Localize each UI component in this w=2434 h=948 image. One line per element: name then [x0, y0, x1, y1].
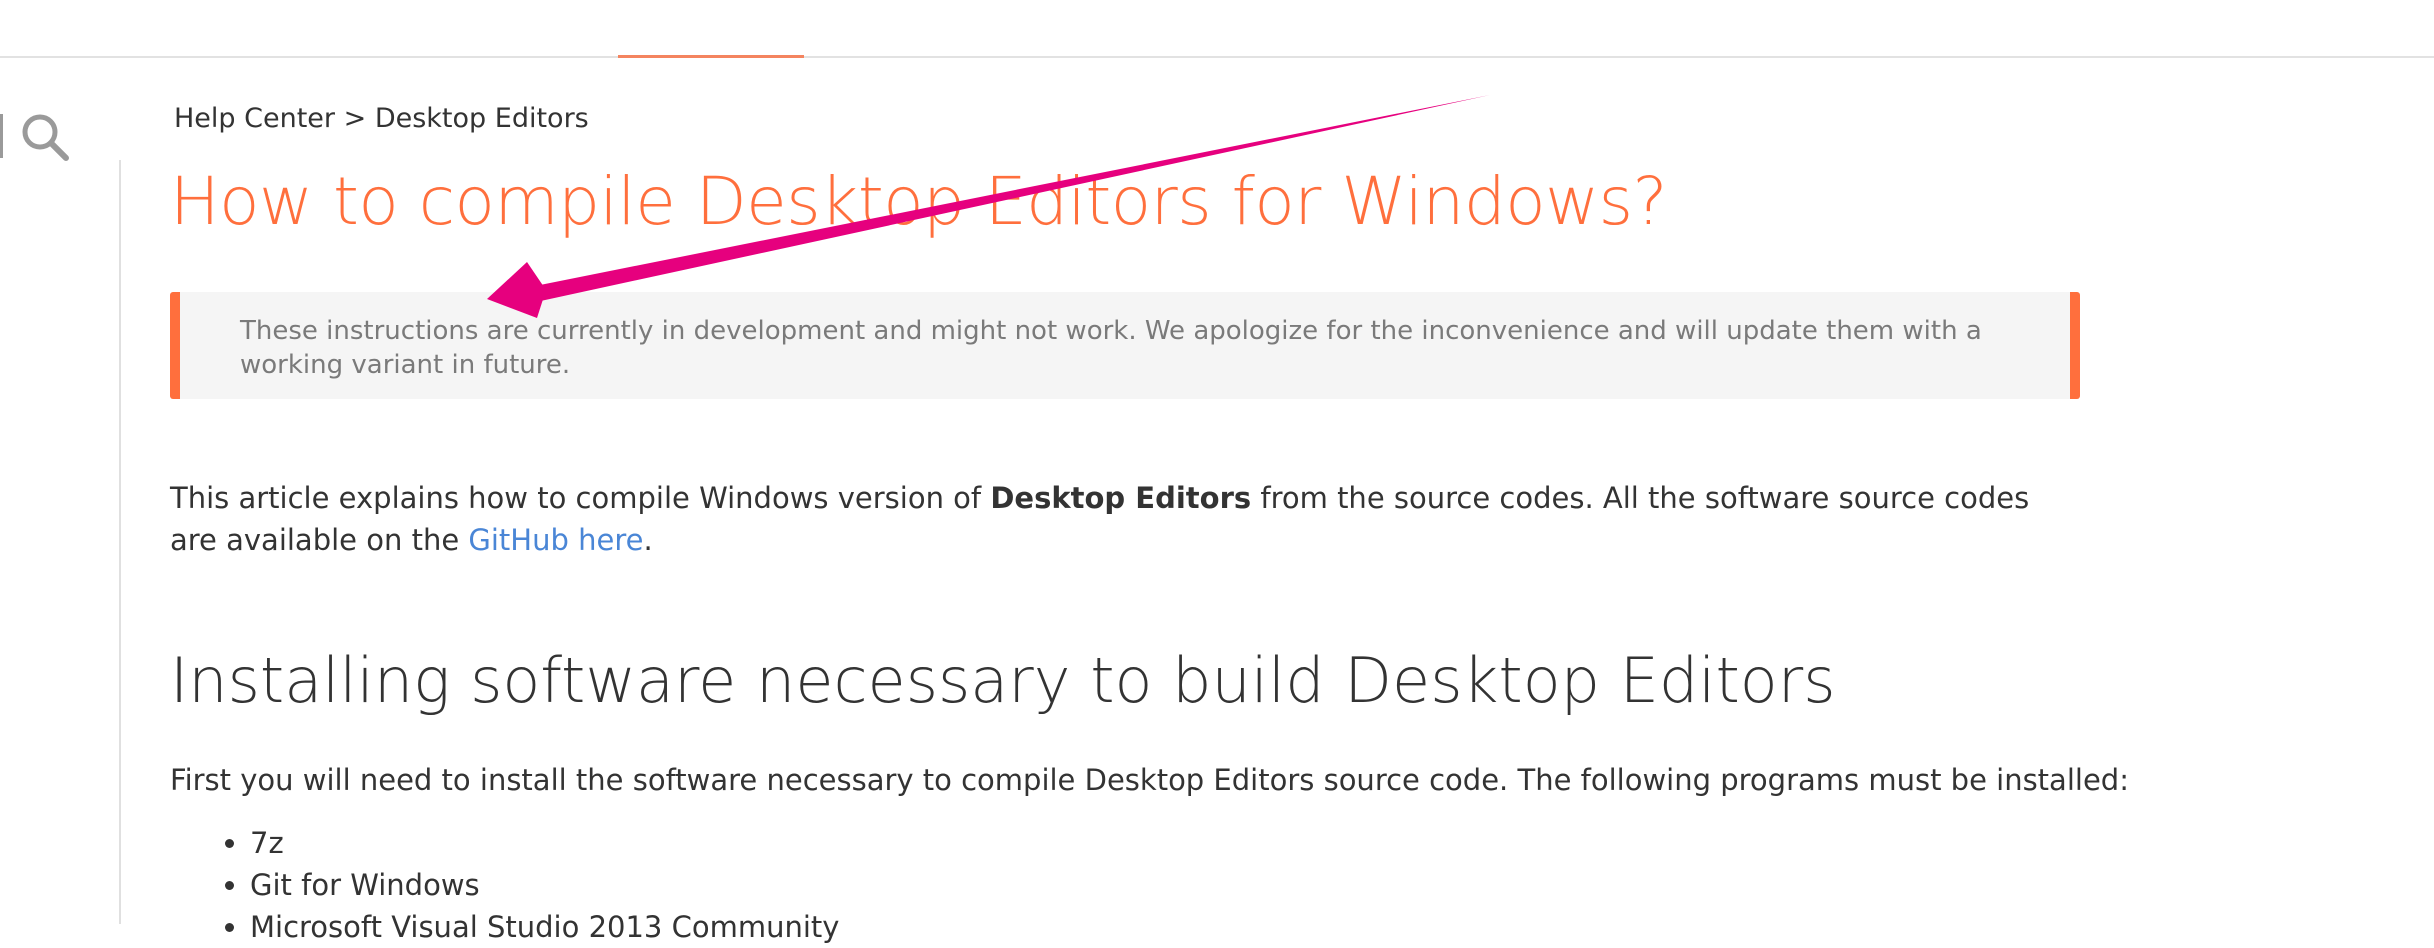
intro-text-start: This article explains how to compile Win…: [170, 481, 991, 515]
breadcrumb-current[interactable]: Desktop Editors: [375, 103, 589, 134]
section-intro-text: First you will need to install the softw…: [170, 763, 2129, 797]
active-tab-indicator: [618, 55, 804, 58]
required-programs-list: 7z Git for Windows Microsoft Visual Stud…: [170, 822, 839, 948]
section-heading-installing-software: Installing software necessary to build D…: [170, 644, 1836, 717]
github-link[interactable]: GitHub here: [468, 523, 643, 557]
list-item: Microsoft Visual Studio 2013 Community: [250, 906, 839, 948]
top-navigation-bar: [0, 0, 2434, 58]
breadcrumb-root-link[interactable]: Help Center: [174, 103, 335, 134]
intro-paragraph: This article explains how to compile Win…: [170, 477, 2070, 561]
search-icon[interactable]: [18, 110, 74, 166]
search-area-edge: [0, 114, 3, 158]
intro-product-name: Desktop Editors: [990, 481, 1252, 515]
search-area[interactable]: [0, 106, 80, 166]
breadcrumb-separator: >: [343, 103, 367, 134]
breadcrumb: Help Center > Desktop Editors: [174, 103, 589, 134]
list-item: 7z: [250, 822, 839, 864]
sidebar-divider: [119, 160, 121, 924]
intro-text-end: .: [643, 523, 653, 557]
list-item: Git for Windows: [250, 864, 839, 906]
page-title: How to compile Desktop Editors for Windo…: [170, 163, 1668, 240]
development-notice: These instructions are currently in deve…: [170, 292, 2080, 399]
